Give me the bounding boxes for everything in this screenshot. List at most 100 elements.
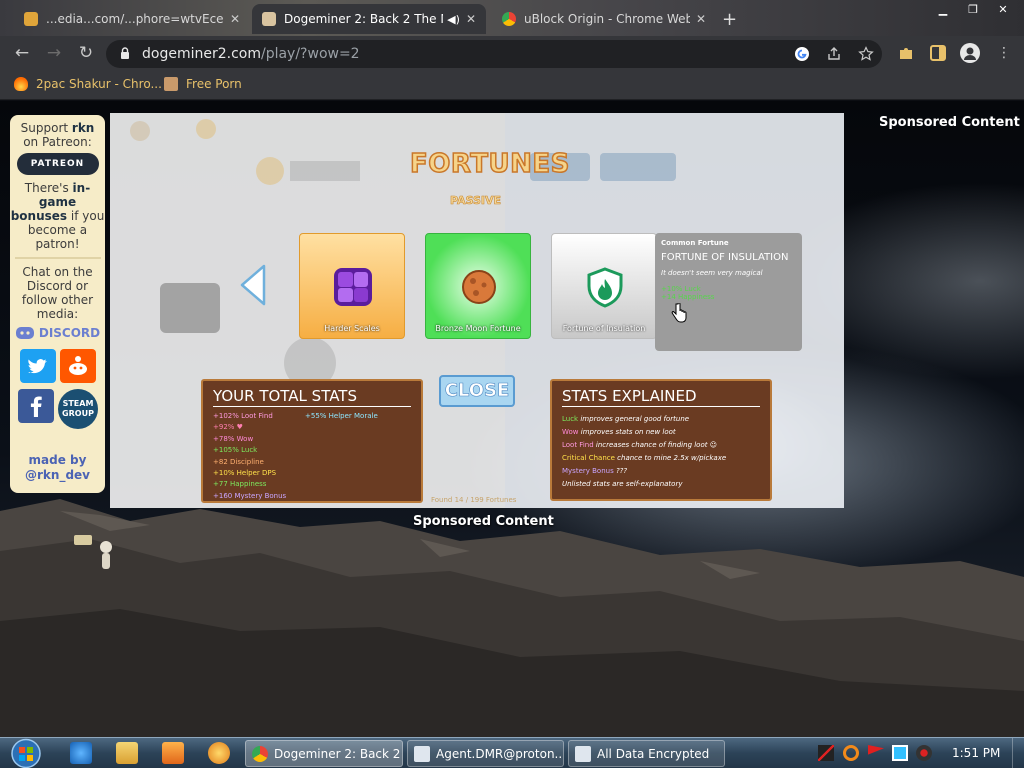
- browser-toolbar: ← → ↻ dogeminer2.com/play/?wow=2 ⋮: [0, 36, 1024, 70]
- card-label: Bronze Moon Fortune: [435, 324, 521, 333]
- stat-line: +17 DPS: [213, 502, 286, 503]
- tab-close-icon[interactable]: ✕: [466, 12, 476, 26]
- fire-icon: [14, 77, 28, 91]
- restore-icon[interactable]: ❐: [958, 0, 988, 18]
- share-icon[interactable]: [826, 46, 842, 62]
- url-text: dogeminer2.com/play/?wow=2: [142, 46, 360, 62]
- tab-video[interactable]: ...edia...com/...phore=wtvEceec ✕: [14, 4, 250, 34]
- stat-line: +105% Luck: [213, 446, 258, 455]
- tab-dogeminer[interactable]: Dogeminer 2: Back 2 The Mo ◀) ✕: [252, 4, 486, 34]
- fortune-card-bronze-moon[interactable]: Bronze Moon Fortune: [425, 233, 531, 339]
- stats-explained-list: Luck improves general good fortune Wow im…: [562, 413, 760, 491]
- bookmark-free[interactable]: Free Porn: [164, 77, 242, 91]
- lock-icon[interactable]: [120, 47, 130, 60]
- show-desktop-button[interactable]: [1012, 738, 1024, 768]
- fortune-card-harder-scales[interactable]: Harder Scales: [299, 233, 405, 339]
- shield-flame-icon: [587, 267, 623, 308]
- profile-avatar-icon[interactable]: [960, 43, 980, 63]
- taskbar-item-agent[interactable]: Agent.DMR@proton...: [407, 740, 564, 767]
- minimize-icon[interactable]: ▁: [928, 0, 958, 18]
- taskbar-item-chrome[interactable]: Dogeminer 2: Back 2 ...: [245, 740, 403, 767]
- extensions-icon[interactable]: [897, 44, 915, 62]
- bookmark-2pac[interactable]: 2pac Shakur - Chro...: [14, 77, 162, 91]
- dev-handle[interactable]: @rkn_dev: [10, 468, 105, 482]
- file-explorer-icon[interactable]: [116, 742, 138, 764]
- address-bar[interactable]: dogeminer2.com/play/?wow=2: [106, 40, 882, 68]
- close-window-icon[interactable]: ✕: [988, 0, 1018, 18]
- previous-arrow-icon[interactable]: [238, 263, 268, 307]
- purple-scales-icon: [334, 268, 372, 306]
- discord-label: DISCORD: [38, 326, 101, 340]
- bonus-text: There's in-game bonuses if you become a …: [10, 181, 105, 251]
- tab-label: Dogeminer 2: Back 2 The Mo: [284, 12, 444, 26]
- hand-cursor-icon: [671, 303, 687, 323]
- explained-line: Luck improves general good fortune: [562, 413, 760, 426]
- support-line: Support rkn: [20, 121, 95, 135]
- windows-start-icon[interactable]: [8, 738, 44, 768]
- tab-favicon: [24, 12, 38, 26]
- back-icon[interactable]: ←: [12, 43, 32, 63]
- stat-line: +92% ♥: [213, 423, 243, 432]
- tab-passive[interactable]: PASSIVE: [450, 194, 502, 208]
- stat-description: improves stats on new loot: [580, 428, 676, 436]
- tray-network-icon[interactable]: [818, 745, 834, 761]
- tab-favicon: [502, 12, 516, 26]
- stat-line: +82 Discipline: [213, 457, 264, 466]
- reddit-icon[interactable]: [60, 349, 96, 383]
- fortune-tooltip: Common Fortune FORTUNE OF INSULATION It …: [655, 233, 802, 351]
- app-icon[interactable]: [208, 742, 230, 764]
- close-button[interactable]: CLOSE: [439, 375, 515, 407]
- media-player-icon[interactable]: [162, 742, 184, 764]
- discord-link[interactable]: DISCORD: [10, 325, 105, 341]
- tray-record-icon[interactable]: [916, 745, 932, 761]
- bookmark-star-icon[interactable]: [858, 46, 874, 62]
- task-label: All Data Encrypted: [597, 746, 710, 761]
- internet-explorer-icon[interactable]: [70, 742, 92, 764]
- side-panel-icon[interactable]: [929, 44, 947, 62]
- task-label: Agent.DMR@proton...: [436, 746, 564, 761]
- task-label: Dogeminer 2: Back 2 ...: [274, 746, 403, 761]
- stat-line: +160 Mystery Bonus: [213, 491, 287, 500]
- explained-line: Loot Find increases chance of finding lo…: [562, 439, 760, 452]
- tray-search-icon[interactable]: [843, 745, 859, 761]
- discord-icon: [15, 327, 34, 339]
- tab-label: uBlock Origin - Chrome Web St: [524, 12, 690, 26]
- divider: [14, 257, 101, 259]
- patreon-button[interactable]: PATREON: [16, 153, 99, 175]
- speaker-icon[interactable]: ◀): [447, 13, 460, 26]
- creator-name: rkn: [71, 121, 95, 135]
- stats-explained-title: STATS EXPLAINED: [562, 387, 760, 407]
- stat-line: +78% Wow: [213, 434, 254, 443]
- stat-line: +77 Happiness: [213, 480, 267, 489]
- reload-icon[interactable]: ↻: [76, 43, 96, 63]
- twitter-icon[interactable]: [20, 349, 56, 383]
- tab-ublock[interactable]: uBlock Origin - Chrome Web St ✕: [492, 4, 716, 34]
- tab-close-icon[interactable]: ✕: [696, 12, 706, 26]
- explained-line: Mystery Bonus ???: [562, 465, 760, 478]
- windows-taskbar: Dogeminer 2: Back 2 ... Agent.DMR@proton…: [0, 737, 1024, 768]
- tray-display-icon[interactable]: [892, 745, 908, 761]
- taskbar-item-encrypted[interactable]: All Data Encrypted: [568, 740, 725, 767]
- tooltip-stat: +14 Happiness: [661, 293, 715, 301]
- facebook-icon[interactable]: [18, 389, 54, 423]
- steam-group-icon[interactable]: STEAM GROUP: [58, 389, 98, 429]
- tooltip-rarity: Common Fortune: [661, 239, 729, 247]
- new-tab-button[interactable]: +: [722, 9, 737, 30]
- stat-name: Critical Chance: [562, 454, 615, 462]
- chrome-icon: [252, 745, 268, 762]
- tooltip-stat: +10% Luck: [661, 285, 701, 293]
- chat-text: Chat on the Discord or follow other medi…: [21, 265, 94, 321]
- menu-icon[interactable]: ⋮: [994, 43, 1014, 63]
- forward-icon[interactable]: →: [44, 43, 64, 63]
- sponsored-label-top: Sponsored Content: [879, 115, 1020, 130]
- clock[interactable]: 1:51 PM: [952, 746, 1000, 760]
- tab-close-icon[interactable]: ✕: [230, 12, 240, 26]
- card-label: Harder Scales: [324, 324, 380, 333]
- tray-flag-icon[interactable]: [868, 745, 884, 755]
- fortune-card-insulation[interactable]: Fortune of Insulation: [551, 233, 657, 339]
- bookmark-label: Free Porn: [186, 77, 242, 91]
- google-icon[interactable]: [794, 46, 810, 62]
- stat-name: Luck: [562, 415, 579, 423]
- explained-line: Wow improves stats on new loot: [562, 426, 760, 439]
- explained-line: Unlisted stats are self-explanatory: [562, 478, 760, 491]
